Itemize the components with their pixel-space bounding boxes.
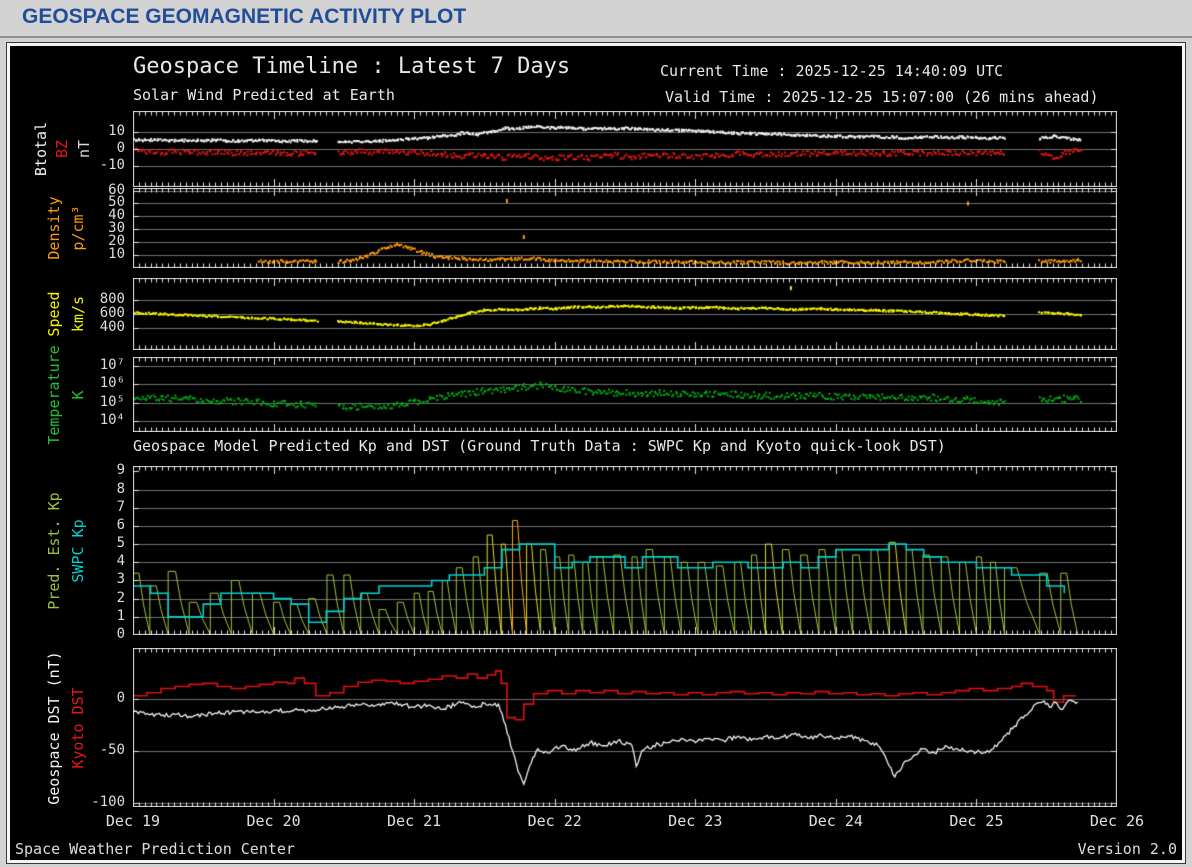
page: GEOSPACE GEOMAGNETIC ACTIVITY PLOT Geosp… — [0, 0, 1192, 867]
y-axis-label: Speed — [45, 291, 63, 336]
y-tick-label: -10 — [63, 157, 125, 173]
density-canvas — [133, 188, 1117, 268]
x-axis-label: Dec 25 — [936, 812, 1016, 830]
y-axis-label: p/cm³ — [69, 205, 87, 250]
x-axis-label: Dec 23 — [655, 812, 735, 830]
y-tick-label: 2 — [63, 590, 125, 606]
valid-time-label: Valid Time : 2025-12-25 15:07:00 (26 min… — [665, 88, 1098, 106]
y-tick-label: 10⁴ — [63, 412, 125, 428]
plot-stage: Geospace Timeline : Latest 7 Days Curren… — [10, 46, 1182, 860]
y-tick-label: 0 — [63, 626, 125, 642]
y-tick-label: 7 — [63, 499, 125, 515]
y-tick-label: -100 — [63, 794, 125, 810]
bfield-canvas — [133, 111, 1117, 187]
temperature-plot: 10⁷10⁶10⁵10⁴TemperatureK — [133, 357, 1117, 432]
y-axis-label: K — [69, 390, 87, 399]
dst-canvas — [133, 648, 1117, 807]
speed-canvas — [133, 278, 1117, 350]
temp-canvas — [133, 357, 1117, 432]
page-header: GEOSPACE GEOMAGNETIC ACTIVITY PLOT — [22, 5, 466, 29]
model-section-title: Geospace Model Predicted Kp and DST (Gro… — [133, 437, 946, 455]
kp-canvas — [133, 466, 1117, 635]
y-tick-label: 8 — [63, 481, 125, 497]
x-axis-label: Dec 24 — [796, 812, 876, 830]
header-divider — [0, 36, 1192, 38]
y-axis-label: Pred. Est. Kp — [45, 492, 63, 609]
y-axis-label: SWPC Kp — [69, 519, 87, 582]
footer-version: Version 2.0 — [1078, 840, 1177, 858]
bfield-plot: 100-10BtotalBZnT — [133, 111, 1117, 187]
y-tick-label: 9 — [63, 462, 125, 478]
x-axis-label: Dec 19 — [93, 812, 173, 830]
y-axis-label: Density — [45, 196, 63, 259]
y-tick-label: 10⁶ — [63, 375, 125, 391]
page-title: GEOSPACE GEOMAGNETIC ACTIVITY PLOT — [22, 5, 466, 28]
x-axis-label: Dec 21 — [374, 812, 454, 830]
dst-plot: 0-50-100Geospace DST (nT)Kyoto DST — [133, 648, 1117, 807]
plot-title: Geospace Timeline : Latest 7 Days — [133, 54, 570, 79]
x-axis-label: Dec 26 — [1077, 812, 1157, 830]
y-axis-label: Geospace DST (nT) — [45, 651, 63, 805]
x-axis-label: Dec 22 — [515, 812, 595, 830]
y-tick-label: 1 — [63, 608, 125, 624]
y-axis-label: Temperature — [45, 345, 63, 444]
x-axis-label: Dec 20 — [234, 812, 314, 830]
x-axis-labels: Dec 19 Dec 20 Dec 21 Dec 22 Dec 23 Dec 24 Dec … — [10, 812, 1182, 832]
kp-plot: 9876543210Pred. Est. KpSWPC Kp — [133, 466, 1117, 635]
density-plot: 605040302010Densityp/cm³ — [133, 188, 1117, 268]
y-axis-label: Btotal — [32, 122, 50, 176]
y-axis-label: nT — [75, 140, 93, 158]
y-tick-label: 10 — [63, 123, 125, 139]
y-tick-label: 10⁷ — [63, 357, 125, 373]
plot-window: Geospace Timeline : Latest 7 Days Curren… — [7, 43, 1185, 863]
y-axis-label: BZ — [53, 140, 71, 158]
footer-credit: Space Weather Prediction Center — [15, 840, 295, 858]
y-tick-label: 0 — [63, 140, 125, 156]
speed-plot: 800600400Speedkm/s — [133, 278, 1117, 350]
solar-wind-subtitle: Solar Wind Predicted at Earth — [133, 86, 395, 104]
y-axis-label: km/s — [69, 296, 87, 332]
current-time-label: Current Time : 2025-12-25 14:40:09 UTC — [660, 62, 1003, 80]
y-axis-label: Kyoto DST — [69, 687, 87, 768]
